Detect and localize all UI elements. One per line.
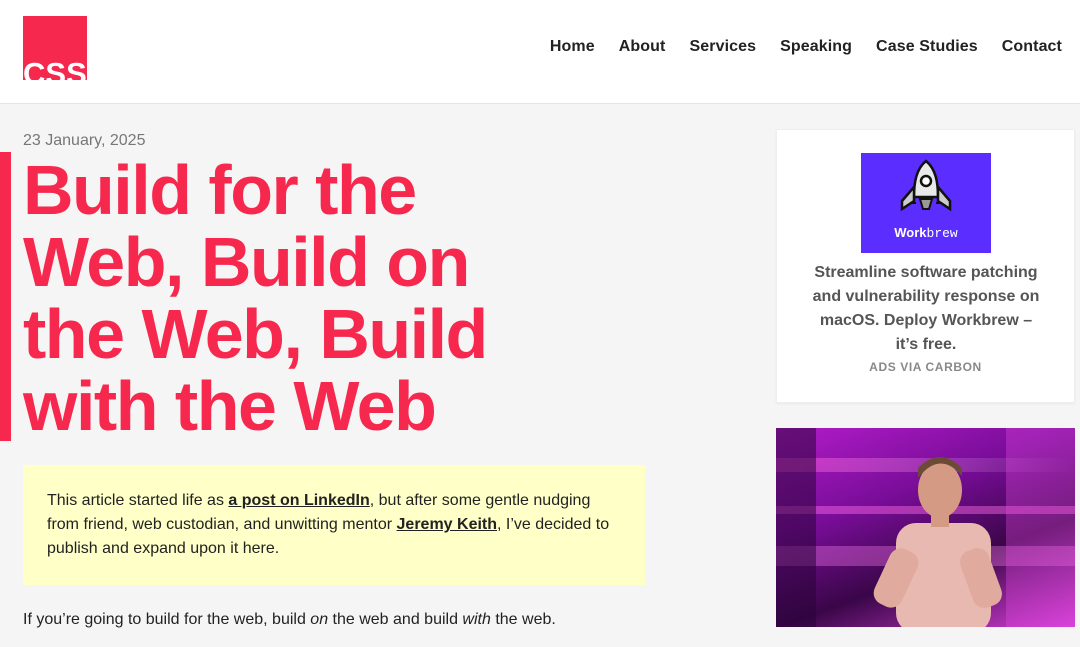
site-logo[interactable]: CSS	[23, 16, 87, 80]
intro-callout: This article started life as a post on L…	[23, 465, 645, 585]
speaker-figure	[873, 457, 1002, 627]
article-date: 23 January, 2025	[23, 132, 146, 149]
intro-text-3: the web.	[490, 611, 556, 628]
ad-image[interactable]: Workbrew	[861, 153, 991, 253]
intro-paragraph: If you’re going to build for the web, bu…	[23, 611, 556, 629]
nav-speaking[interactable]: Speaking	[780, 38, 852, 56]
ad-brand-bold: Work	[894, 225, 927, 240]
ad-text[interactable]: Streamline software patching and vulnera…	[807, 261, 1045, 357]
ad-brand-name: Workbrew	[861, 225, 991, 241]
intro-text-1: If you’re going to build for the web, bu…	[23, 611, 311, 628]
nav-case-studies[interactable]: Case Studies	[876, 38, 978, 56]
nav-contact[interactable]: Contact	[1002, 38, 1062, 56]
title-accent-bar	[0, 152, 11, 441]
article-title: Build for the Web, Build on the Web, Bui…	[23, 151, 488, 445]
logo-text: CSS	[23, 56, 87, 80]
main-nav: Home About Services Speaking Case Studie…	[526, 38, 1062, 56]
nav-home[interactable]: Home	[550, 38, 595, 56]
ad-brand-mono: brew	[926, 226, 958, 241]
callout-text-1: This article started life as	[47, 492, 229, 509]
intro-emphasis-with: with	[462, 611, 491, 628]
nav-services[interactable]: Services	[689, 38, 756, 56]
nav-about[interactable]: About	[619, 38, 666, 56]
intro-emphasis-on: on	[310, 611, 329, 628]
ad-via-label[interactable]: ADS VIA CARBON	[777, 360, 1074, 374]
rocket-icon	[900, 159, 952, 212]
carbon-ad[interactable]: Workbrew Streamline software patching an…	[776, 129, 1075, 403]
jeremy-keith-link[interactable]: Jeremy Keith	[397, 516, 498, 533]
speaker-photo	[776, 428, 1075, 627]
linkedin-link[interactable]: a post on LinkedIn	[228, 492, 369, 509]
site-header: CSS Home About Services Speaking Case St…	[0, 0, 1080, 104]
speaker-photo-illustration	[776, 428, 1075, 627]
intro-text-2: the web and build	[328, 611, 463, 628]
